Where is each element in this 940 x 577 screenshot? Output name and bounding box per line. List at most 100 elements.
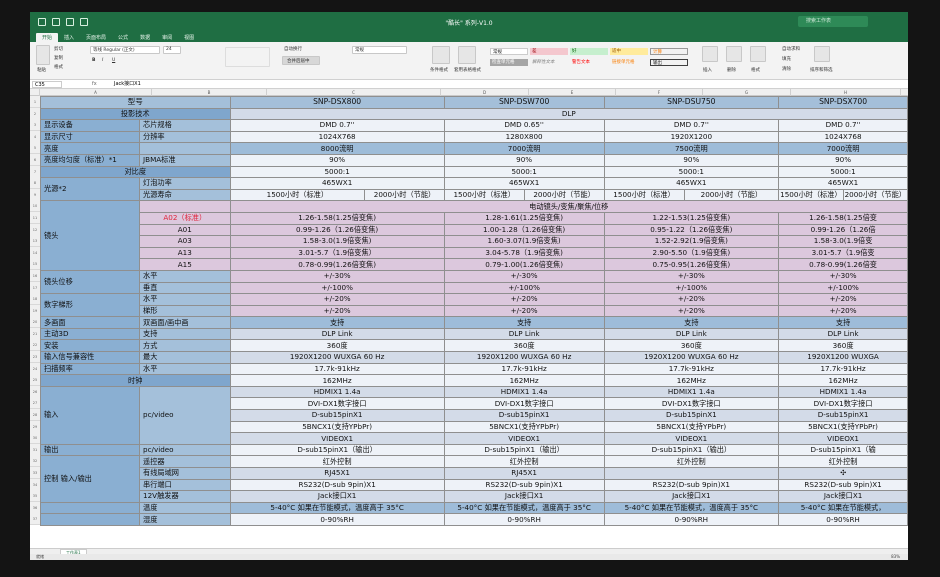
value-cell[interactable]: D-sub15pinX1（输 (778, 443, 908, 457)
value-cell[interactable]: 1500小时（标准） (229, 188, 366, 202)
row-number[interactable]: 1 (30, 96, 40, 108)
value-cell[interactable]: 支持 (229, 316, 445, 329)
value-cell[interactable]: 465WX1 (443, 177, 605, 190)
value-cell[interactable]: 7000流明 (778, 142, 908, 155)
value-cell[interactable]: 465WX1 (603, 177, 780, 190)
value-cell[interactable]: 5BNCX1(支持YPbPr) (229, 420, 445, 434)
row-sublabel[interactable]: 芯片规格 (139, 119, 231, 132)
value-cell[interactable]: 5000:1 (229, 165, 445, 179)
value-cell[interactable]: 3.01-5.7（1.9倍变 (778, 246, 908, 260)
value-cell[interactable]: RJ45X1 (443, 467, 605, 480)
tab-3[interactable]: 公式 (112, 33, 134, 42)
column-header[interactable]: F (616, 89, 703, 96)
value-cell[interactable]: DMD 0.7'' (229, 119, 445, 132)
underline-button[interactable]: U (112, 58, 115, 63)
value-cell[interactable]: 1.58-3.0(1.9倍变焦) (229, 235, 445, 248)
value-cell[interactable]: 1920X1200 WUXGA (778, 351, 908, 364)
value-cell[interactable]: 0-90%RH (603, 513, 780, 526)
value-cell[interactable]: D-sub15pinX1 (603, 409, 780, 422)
row-sublabel[interactable]: 支持 (139, 327, 231, 341)
value-cell[interactable]: 0.99-1.26（1.26倍变焦) (229, 223, 445, 237)
row-sublabel[interactable]: 分辨率 (139, 130, 231, 144)
value-cell[interactable]: 1500小时（标准） (778, 188, 844, 202)
row-sublabel[interactable]: 遥控器 (139, 455, 231, 468)
value-cell[interactable]: DLP Link (778, 327, 908, 341)
column-header[interactable]: A (40, 89, 152, 96)
value-cell[interactable]: Jack接口X1 (229, 490, 445, 503)
row-number[interactable]: 33 (30, 467, 40, 479)
value-cell[interactable]: 360度 (229, 339, 445, 353)
value-cell[interactable]: 5000:1 (603, 165, 780, 179)
value-cell[interactable]: 0-90%RH (229, 513, 445, 526)
value-cell[interactable]: +/-20% (603, 293, 780, 306)
value-cell[interactable]: 1500小时（标准） (443, 188, 525, 202)
value-cell[interactable]: 162MHz (778, 374, 908, 387)
row-number[interactable]: 6 (30, 154, 40, 166)
value-cell[interactable]: 红外控制 (603, 455, 780, 468)
row-label[interactable]: 控制 输入/输出 (39, 455, 141, 503)
fx-icon[interactable]: fx (92, 80, 97, 89)
value-cell[interactable]: DMD 0.7'' (778, 119, 908, 132)
value-cell[interactable]: DVI-DX1数字接口 (603, 397, 780, 411)
copy-button[interactable]: 复制 (54, 55, 63, 61)
model-name[interactable]: SNP-DSU750 (603, 96, 780, 109)
value-cell[interactable]: RS232(D-sub 9pin)X1 (603, 478, 780, 492)
value-cell[interactable]: 360度 (443, 339, 605, 353)
value-cell[interactable]: 1920X1200 WUXGA 60 Hz (443, 351, 605, 364)
value-cell[interactable]: 支持 (778, 316, 908, 329)
value-cell[interactable]: +/-20% (778, 304, 908, 318)
value-cell[interactable]: 5000:1 (443, 165, 605, 179)
value-cell[interactable]: 0-90%RH (443, 513, 605, 526)
row-sublabel[interactable]: 灯泡功率 (139, 177, 231, 190)
value-cell[interactable]: 90% (443, 153, 605, 167)
merge-center-button[interactable]: 合并后居中 (282, 56, 320, 65)
value-cell[interactable]: 0.78-0.99(1.26倍变 (778, 258, 908, 271)
row-sublabel[interactable]: 方式 (139, 339, 231, 353)
worksheet-grid[interactable]: 1 2 3 4 5 6 7 8 9 10 11 12 13 14 15 16 17 18 19 20 21 22 23 24 2… (30, 96, 908, 548)
value-cell[interactable]: +/-20% (443, 304, 605, 318)
column-header[interactable]: D (441, 89, 529, 96)
value-cell[interactable]: 17.7k-91kHz (603, 362, 780, 376)
row-number[interactable]: 8 (30, 177, 40, 189)
value-cell[interactable]: HDMIX1 1.4a (603, 385, 780, 399)
conditional-format-button[interactable] (432, 46, 450, 64)
row-number[interactable]: 35 (30, 490, 40, 502)
autosave-icon[interactable] (38, 18, 46, 26)
value-cell[interactable]: RS232(D-sub 9pin)X1 (229, 478, 445, 492)
value-cell[interactable]: 360度 (778, 339, 908, 353)
value-cell[interactable]: 1.28-1.61(1.25倍变焦) (443, 211, 605, 225)
column-header[interactable]: H (791, 89, 901, 96)
value-cell[interactable]: 1.26-1.58(1.25倍变焦) (229, 211, 445, 225)
row-number[interactable]: 37 (30, 513, 40, 525)
value-cell[interactable]: +/-20% (229, 293, 445, 306)
style-linked[interactable]: 链接单元格 (610, 59, 648, 66)
row-sublabel[interactable]: 湿度 (139, 513, 231, 526)
value-cell[interactable]: Jack接口X1 (603, 490, 780, 503)
value-cell[interactable]: +/-20% (778, 293, 908, 306)
table-cell[interactable] (39, 501, 141, 515)
row-sublabel[interactable]: 水平 (139, 269, 231, 283)
sort-filter-button[interactable] (814, 46, 830, 62)
value-cell[interactable]: 5-40°C 如果在节能模式，温度高于 35°C (603, 501, 780, 515)
row-sublabel[interactable]: 双画面/画中画 (139, 316, 231, 329)
value-cell[interactable]: 7500流明 (603, 142, 780, 155)
lens-name[interactable]: A02（标准） (139, 211, 231, 225)
value-cell[interactable]: 红外控制 (778, 455, 908, 468)
row-label[interactable]: 输入 (39, 385, 141, 445)
paste-button[interactable] (36, 45, 50, 65)
value-cell[interactable]: VIDEOX1 (229, 432, 445, 445)
undo-icon[interactable] (66, 18, 74, 26)
value-cell[interactable]: DLP (229, 107, 908, 121)
value-cell[interactable] (603, 467, 780, 480)
value-cell[interactable]: 电动镜头/变焦/聚焦/位移 (229, 200, 908, 213)
row-label[interactable]: 主动3D (39, 327, 141, 341)
value-cell[interactable]: VIDEOX1 (443, 432, 605, 445)
value-cell[interactable]: 162MHz (229, 374, 445, 387)
value-cell[interactable]: D-sub15pinX1（输出） (229, 443, 445, 457)
wrap-text-button[interactable]: 自动换行 (284, 46, 302, 52)
tab-4[interactable]: 数据 (134, 33, 156, 42)
style-calculation[interactable]: 计算 (650, 48, 688, 55)
tab-2[interactable]: 页面布局 (80, 33, 112, 42)
value-cell[interactable]: ✣ (778, 467, 908, 480)
formula-input[interactable]: Jack接口X1 (114, 80, 141, 89)
